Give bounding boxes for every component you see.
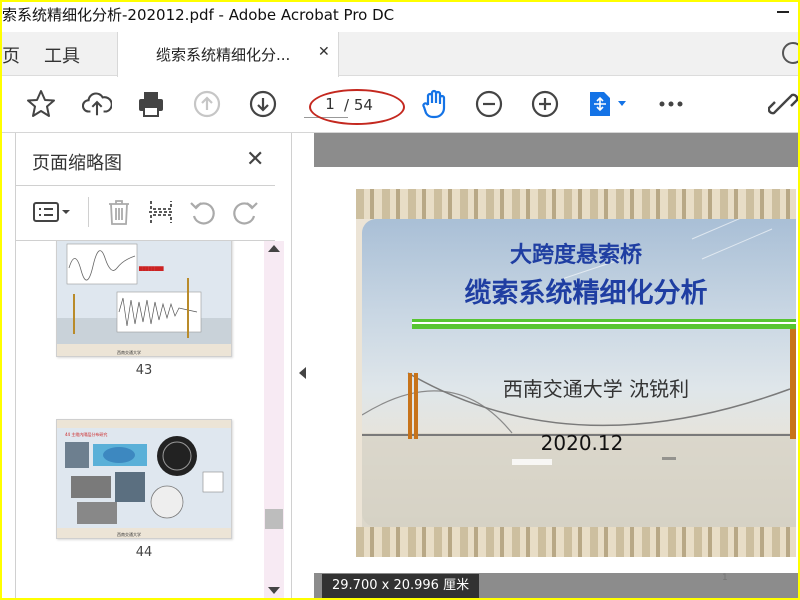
thumbnails-panel: 页面缩略图 ✕ ████████ 西南交通大学 43 44 主缆内隔层分布研究 … bbox=[2, 133, 292, 598]
title-underline bbox=[412, 319, 796, 329]
collapse-panel-icon[interactable] bbox=[299, 367, 306, 379]
close-tab-icon[interactable]: ✕ bbox=[318, 44, 330, 60]
decorative-border-top bbox=[356, 189, 796, 219]
thumbnail-label: 43 bbox=[135, 363, 153, 378]
print-icon[interactable] bbox=[136, 89, 166, 119]
slide-author: 西南交通大学 沈锐利 bbox=[502, 377, 690, 401]
app-window: 索系统精细化分析-202012.pdf - Adobe Acrobat Pro … bbox=[2, 2, 798, 598]
zoom-out-icon[interactable] bbox=[474, 89, 504, 119]
share-link-icon[interactable] bbox=[768, 89, 798, 119]
slide: 大跨度悬索桥 缆索系统精细化分析 西南交通大学 沈锐利 2020.12 bbox=[356, 189, 796, 557]
thumbnail-options-icon[interactable] bbox=[30, 197, 74, 227]
upload-cloud-icon[interactable] bbox=[82, 89, 112, 119]
panel-separator bbox=[15, 185, 275, 186]
close-panel-icon[interactable]: ✕ bbox=[246, 147, 264, 172]
svg-text:西南交通大学: 西南交通大学 bbox=[117, 349, 141, 355]
rotate-left-icon[interactable] bbox=[188, 197, 218, 227]
tab-home[interactable]: 页 bbox=[2, 42, 20, 68]
thumbnail-page-43[interactable]: ████████ 西南交通大学 bbox=[56, 241, 232, 357]
rotate-right-icon[interactable] bbox=[230, 197, 260, 227]
page-up-icon[interactable] bbox=[192, 89, 222, 119]
zoom-in-icon[interactable] bbox=[530, 89, 560, 119]
scroll-down-icon[interactable] bbox=[268, 587, 280, 594]
title-bar: 索系统精细化分析-202012.pdf - Adobe Acrobat Pro … bbox=[2, 2, 798, 26]
page-size-tooltip: 29.700 x 20.996 厘米 bbox=[322, 574, 480, 598]
highlight-ellipse bbox=[309, 89, 405, 125]
pdf-page: 大跨度悬索桥 缆索系统精细化分析 西南交通大学 沈锐利 2020.12 1 bbox=[314, 167, 798, 583]
fit-page-icon[interactable] bbox=[586, 89, 632, 119]
tab-bar: 页 工具 缆索系统精细化分... ✕ bbox=[2, 32, 798, 77]
tab-tools[interactable]: 工具 bbox=[44, 42, 80, 68]
panel-title: 页面缩略图 bbox=[32, 153, 122, 174]
tool-divider bbox=[88, 197, 89, 227]
delete-icon[interactable] bbox=[104, 197, 134, 227]
scroll-up-icon[interactable] bbox=[268, 245, 280, 252]
slide-subtitle: 大跨度悬索桥 bbox=[509, 242, 642, 268]
thumbnail-list: ████████ 西南交通大学 43 44 主缆内隔层分布研究 西南交通大学 4… bbox=[16, 241, 264, 598]
document-view[interactable]: 大跨度悬索桥 缆索系统精细化分析 西南交通大学 沈锐利 2020.12 1 bbox=[314, 133, 798, 598]
decorative-border-bottom bbox=[356, 527, 796, 557]
slide-title: 缆索系统精细化分析 bbox=[464, 278, 708, 309]
tab-document-label: 缆索系统精细化分... bbox=[156, 46, 291, 64]
page-down-icon[interactable] bbox=[248, 89, 278, 119]
extract-pages-icon[interactable] bbox=[146, 197, 176, 227]
tab-document[interactable]: 缆索系统精细化分... ✕ bbox=[117, 32, 339, 77]
star-icon[interactable] bbox=[26, 89, 56, 119]
hand-tool-icon[interactable] bbox=[420, 89, 450, 119]
help-icon[interactable] bbox=[782, 42, 798, 64]
svg-text:44 主缆内隔层分布研究: 44 主缆内隔层分布研究 bbox=[65, 431, 107, 437]
thumbnail-page-44[interactable]: 44 主缆内隔层分布研究 西南交通大学 bbox=[56, 419, 232, 539]
minimize-button[interactable] bbox=[773, 2, 795, 24]
slide-date: 2020.12 bbox=[540, 431, 624, 455]
page-number: 1 bbox=[722, 573, 728, 583]
more-icon[interactable] bbox=[656, 89, 686, 119]
svg-text:西南交通大学: 西南交通大学 bbox=[117, 531, 141, 537]
svg-text:████████: ████████ bbox=[138, 266, 165, 271]
window-title: 索系统精细化分析-202012.pdf - Adobe Acrobat Pro … bbox=[2, 6, 395, 24]
thumbnail-scrollbar[interactable] bbox=[264, 241, 284, 598]
thumbnail-label: 44 bbox=[135, 545, 153, 560]
scroll-thumb[interactable] bbox=[265, 509, 283, 529]
